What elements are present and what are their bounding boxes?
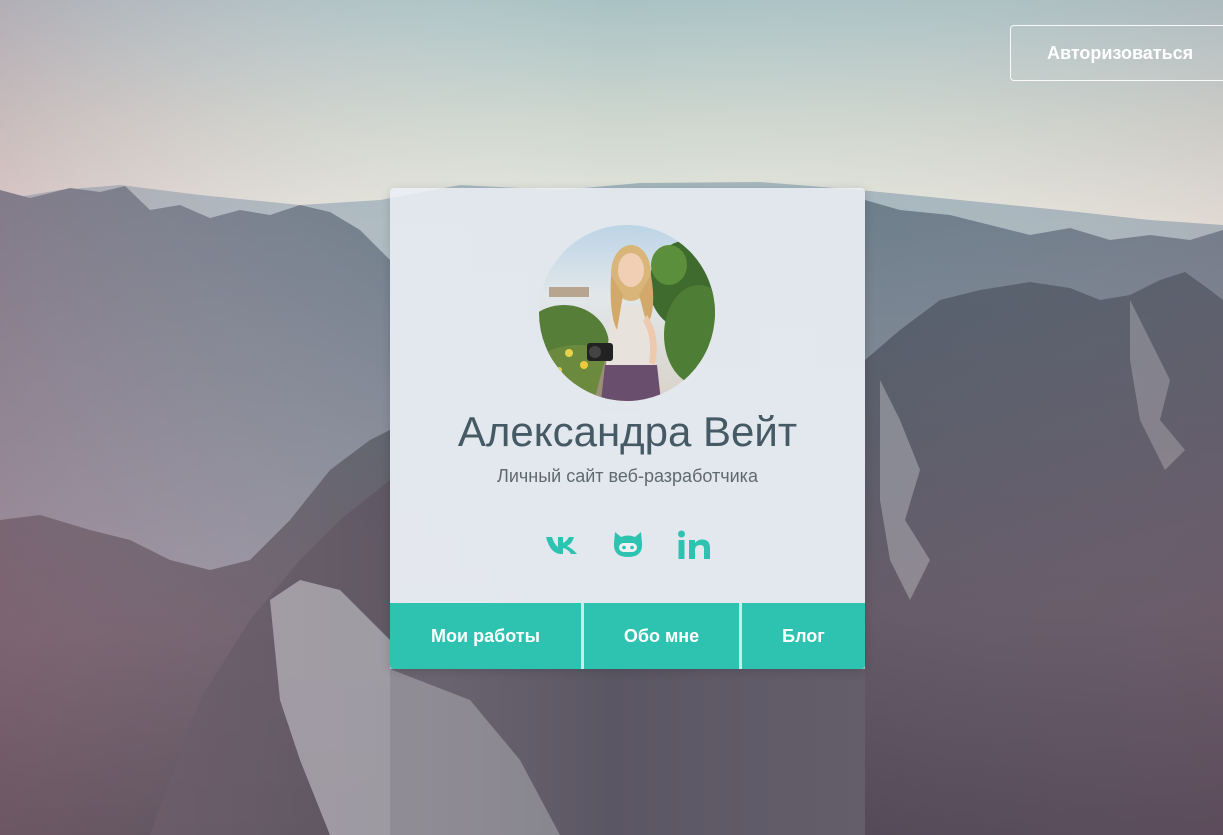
login-button-label: Авторизоваться [1047,42,1194,63]
linkedin-link[interactable] [675,526,713,564]
github-icon [613,532,642,557]
profile-card: Александра Вейт Личный сайт веб-разработ… [390,188,865,669]
nav-about-label: Обо мне [623,625,700,646]
avatar [539,225,715,401]
nav-blog-button[interactable]: Блог [739,603,865,669]
nav-my-works-button[interactable]: Мои работы [390,603,581,669]
profile-nav: Мои работы Обо мне Блог [390,603,865,669]
social-links [390,526,865,564]
nav-about-button[interactable]: Обо мне [581,603,739,669]
nav-blog-label: Блог [782,625,825,646]
profile-card-body: Александра Вейт Личный сайт веб-разработ… [390,188,865,603]
login-button[interactable]: Авторизоваться [1010,25,1223,81]
nav-my-works-label: Мои работы [431,625,540,646]
github-link[interactable] [609,526,647,564]
vk-link[interactable] [543,526,581,564]
user-photo-avatar-icon [539,225,715,401]
linkedin-icon [677,530,710,559]
profile-name: Александра Вейт [457,408,798,455]
vk-icon [545,537,577,554]
profile-subtitle: Личный сайт веб-разработчика [497,466,758,486]
